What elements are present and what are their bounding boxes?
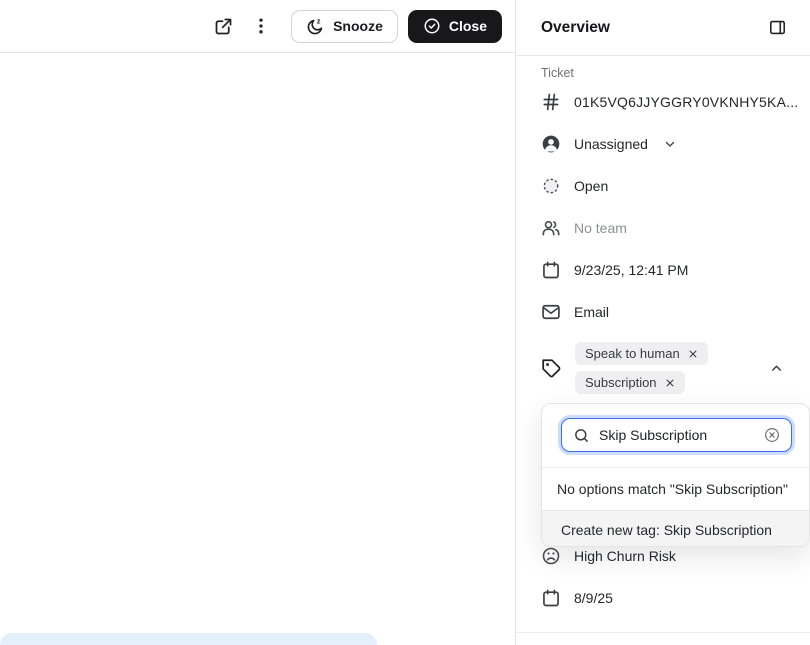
toggle-sidebar-button[interactable]: [765, 16, 789, 40]
hash-icon: [541, 92, 561, 112]
channel-value: Email: [574, 304, 609, 320]
tag-chip-list: Speak to human Subscription: [575, 342, 708, 394]
ticket-id-row[interactable]: 01K5VQ6JJYGGRY0VKNHY5KA...: [541, 81, 796, 123]
snooze-button[interactable]: z Snooze: [291, 10, 398, 43]
reply-composer-peek[interactable]: [0, 633, 377, 645]
tag-search-section: [542, 404, 809, 467]
tag-chip[interactable]: Subscription: [575, 371, 685, 394]
app-window: z Snooze Close Overview: [0, 0, 810, 645]
calendar-icon: [541, 260, 561, 280]
avatar-icon: [541, 134, 561, 154]
tags-row: Speak to human Subscription: [541, 333, 796, 403]
snooze-moon-icon: z: [306, 17, 325, 36]
tag-search-inputbox[interactable]: [561, 418, 792, 452]
channel-row: Email: [541, 291, 796, 333]
status-value: Open: [574, 178, 608, 194]
no-options-message: No options match "Skip Subscription": [542, 467, 809, 510]
tag-search-dropdown: No options match "Skip Subscription" Cre…: [541, 403, 810, 547]
assignee-row[interactable]: Unassigned: [541, 123, 796, 165]
chevron-up-icon: [769, 361, 784, 376]
churn-risk-value: High Churn Risk: [574, 548, 676, 564]
sidebar-title: Overview: [541, 19, 610, 37]
external-link-icon: [213, 16, 234, 37]
kebab-menu-icon: [251, 15, 271, 37]
remove-tag-icon[interactable]: [665, 378, 675, 388]
tag-chip[interactable]: Speak to human: [575, 342, 708, 365]
ticket-section-label: Ticket: [541, 66, 796, 81]
churn-date-row: 8/9/25: [541, 577, 796, 619]
calendar-icon: [541, 588, 561, 608]
create-new-tag-option[interactable]: Create new tag: Skip Subscription: [542, 510, 809, 547]
tag-chip-label: Subscription: [585, 375, 657, 390]
collapse-tags-button[interactable]: [769, 361, 784, 376]
tag-icon: [541, 358, 562, 379]
check-circle-icon: [423, 17, 441, 35]
conversation-pane: z Snooze Close: [0, 0, 516, 645]
status-row[interactable]: Open: [541, 165, 796, 207]
search-icon: [573, 427, 590, 444]
clear-search-button[interactable]: [763, 426, 781, 444]
sidebar-header: Overview: [516, 0, 810, 56]
open-in-new-window-button[interactable]: [207, 10, 239, 42]
panel-right-icon: [768, 18, 787, 37]
email-icon: [541, 302, 561, 322]
team-value: No team: [574, 220, 627, 236]
clear-circle-x-icon: [763, 426, 781, 444]
tag-chip-label: Speak to human: [585, 346, 680, 361]
sidebar-footer-divider: [516, 632, 810, 633]
team-row[interactable]: No team: [541, 207, 796, 249]
frown-face-icon: [541, 546, 561, 566]
chevron-down-icon: [663, 137, 677, 151]
close-button-label: Close: [449, 18, 487, 34]
assignee-value: Unassigned: [574, 136, 648, 152]
snooze-button-label: Snooze: [333, 18, 383, 34]
churn-date-value: 8/9/25: [574, 590, 613, 606]
overview-sidebar: Overview Ticket: [516, 0, 810, 645]
ticket-id-value: 01K5VQ6JJYGGRY0VKNHY5KA...: [574, 94, 798, 110]
remove-tag-icon[interactable]: [688, 349, 698, 359]
conversation-toolbar: z Snooze Close: [0, 0, 515, 53]
more-options-button[interactable]: [249, 10, 273, 42]
created-date-value: 9/23/25, 12:41 PM: [574, 262, 688, 278]
status-open-icon: [541, 176, 561, 196]
team-users-icon: [541, 218, 561, 238]
created-date-row: 9/23/25, 12:41 PM: [541, 249, 796, 291]
svg-text:z: z: [317, 17, 321, 26]
close-ticket-button[interactable]: Close: [408, 10, 502, 43]
tag-search-input[interactable]: [599, 427, 754, 443]
